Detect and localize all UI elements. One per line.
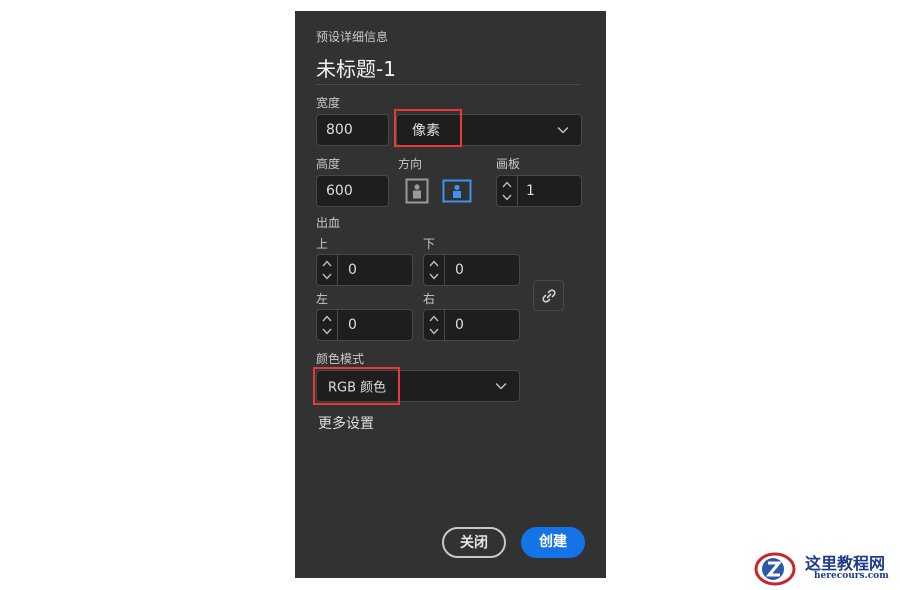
bleed-left-stepper[interactable]: 0 [316,309,413,341]
site-logo-icon [754,552,796,586]
bleed-left-value: 0 [348,317,357,333]
color-mode-label: 颜色模式 [316,352,365,366]
landscape-orientation-icon[interactable] [442,179,472,203]
highlight-color-mode [313,367,400,405]
bleed-label: 出血 [316,216,341,230]
bleed-top-label: 上 [316,237,329,251]
chevron-down-icon[interactable] [429,273,439,280]
chevron-down-icon[interactable] [322,328,332,335]
document-title[interactable]: 未标题-1 [316,57,396,81]
width-label: 宽度 [316,96,341,110]
width-input[interactable]: 800 [316,114,389,146]
chevron-up-icon[interactable] [502,181,512,188]
bleed-bottom-value: 0 [455,262,464,278]
portrait-orientation-icon[interactable] [405,178,429,204]
bleed-right-value: 0 [455,317,464,333]
chevron-down-icon[interactable] [429,328,439,335]
bleed-right-stepper[interactable]: 0 [423,309,520,341]
chevron-down-icon [557,126,569,134]
height-input[interactable]: 600 [316,175,389,207]
preset-details-header: 预设详细信息 [316,30,389,44]
bleed-top-spinner[interactable] [317,255,338,285]
bleed-bottom-label: 下 [423,237,436,251]
watermark-url: herecours.com [814,571,889,581]
width-value: 800 [326,122,353,138]
chevron-up-icon[interactable] [429,315,439,322]
bleed-left-label: 左 [316,292,329,306]
orientation-label: 方向 [398,157,423,171]
highlight-unit [394,109,462,147]
bleed-top-stepper[interactable]: 0 [316,254,413,286]
bleed-bottom-spinner[interactable] [424,255,445,285]
bleed-left-spinner[interactable] [317,310,338,340]
create-button[interactable]: 创建 [521,527,585,558]
chevron-up-icon[interactable] [322,260,332,267]
bleed-top-value: 0 [348,262,357,278]
artboards-stepper[interactable]: 1 [496,175,582,207]
link-icon [542,289,556,303]
bleed-right-label: 右 [423,292,436,306]
bleed-right-spinner[interactable] [424,310,445,340]
more-settings-link[interactable]: 更多设置 [318,415,374,433]
new-document-dialog: 预设详细信息 未标题-1 宽度 800 像素 高度 600 方向 画板 1 出血… [295,11,606,578]
watermark: 这里教程网 herecours.com [752,546,897,590]
bleed-bottom-stepper[interactable]: 0 [423,254,520,286]
close-button[interactable]: 关闭 [442,527,506,558]
height-label: 高度 [316,157,341,171]
artboards-value: 1 [526,183,535,199]
link-bleed-button[interactable] [533,280,564,311]
chevron-down-icon[interactable] [502,194,512,201]
artboards-label: 画板 [496,157,521,171]
chevron-down-icon [495,382,507,390]
chevron-up-icon[interactable] [322,315,332,322]
chevron-up-icon[interactable] [429,260,439,267]
artboards-spinner[interactable] [497,176,518,206]
title-underline [316,84,581,85]
height-value: 600 [326,183,353,199]
chevron-down-icon[interactable] [322,273,332,280]
